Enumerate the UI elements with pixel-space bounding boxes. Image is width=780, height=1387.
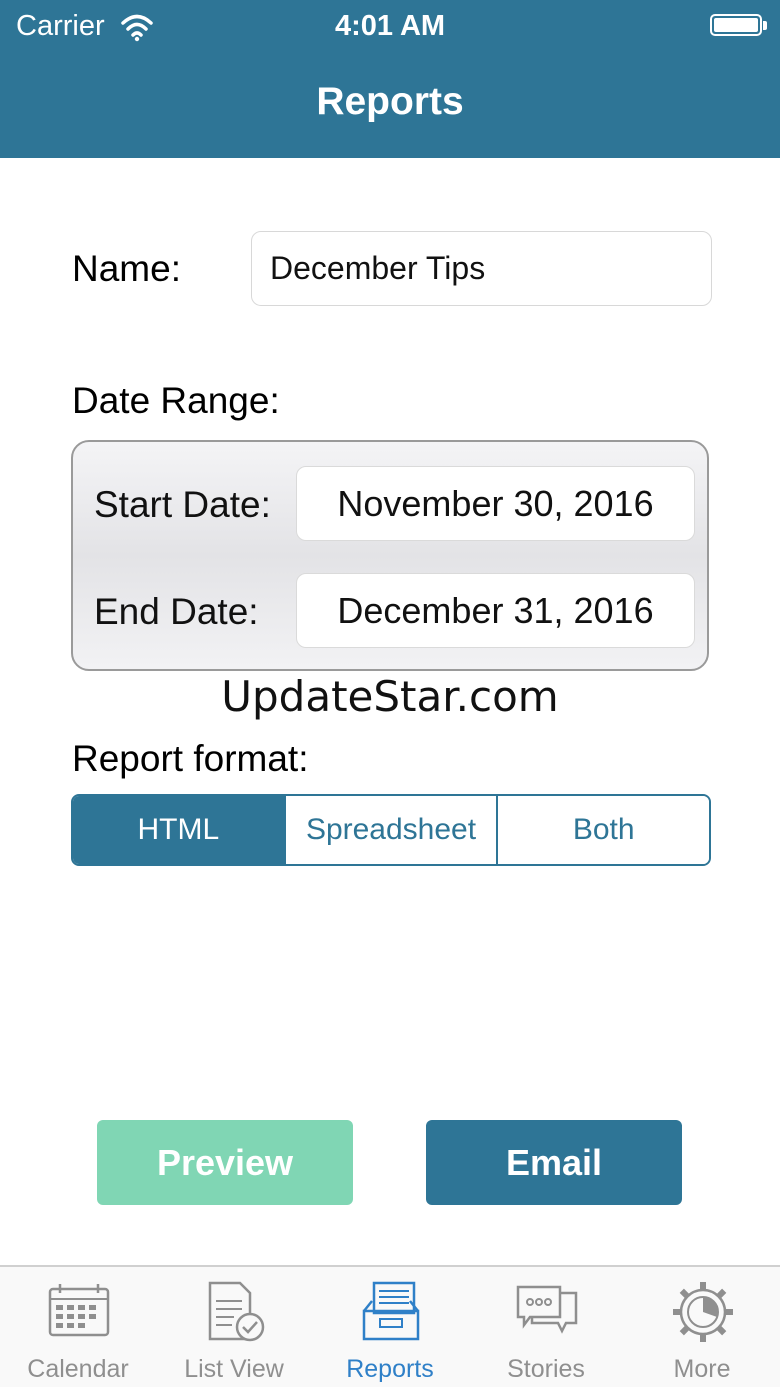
date-range-label: Date Range:	[72, 380, 280, 421]
format-option-html[interactable]: HTML	[73, 796, 284, 864]
start-date-label: Start Date:	[94, 484, 271, 525]
tab-label: Reports	[346, 1355, 434, 1383]
date-range-panel: Start Date: November 30, 2016 End Date: …	[71, 440, 709, 671]
tab-label: More	[673, 1355, 731, 1383]
tab-more[interactable]: More	[624, 1267, 780, 1387]
page-title: Reports	[316, 80, 464, 123]
calendar-icon	[48, 1284, 110, 1337]
status-bar: Carrier 4:01 AM	[0, 0, 780, 54]
tab-bar: Calendar List View Reports Stories More	[0, 1265, 780, 1387]
stories-icon	[516, 1285, 578, 1334]
end-date-label: End Date:	[94, 591, 259, 632]
tab-reports[interactable]: Reports	[312, 1267, 468, 1387]
tab-label: Stories	[507, 1355, 585, 1383]
report-format-label: Report format:	[72, 738, 309, 779]
gear-icon	[673, 1282, 733, 1342]
preview-button[interactable]: Preview	[97, 1120, 353, 1205]
end-date-field[interactable]: December 31, 2016	[296, 573, 695, 648]
tab-stories[interactable]: Stories	[468, 1267, 624, 1387]
list-view-icon	[208, 1281, 265, 1342]
tab-calendar[interactable]: Calendar	[0, 1267, 156, 1387]
tab-label: List View	[184, 1355, 284, 1383]
tab-label: Calendar	[27, 1355, 129, 1383]
watermark: UpdateStar.com	[221, 672, 559, 721]
name-label: Name:	[72, 248, 181, 289]
format-option-spreadsheet[interactable]: Spreadsheet	[283, 796, 497, 864]
email-button[interactable]: Email	[426, 1120, 682, 1205]
report-format-control: HTML Spreadsheet Both	[71, 794, 711, 866]
format-option-both[interactable]: Both	[496, 796, 709, 864]
nav-header: Carrier 4:01 AM Reports	[0, 0, 780, 158]
tab-list-view[interactable]: List View	[156, 1267, 312, 1387]
battery-icon	[710, 14, 767, 36]
name-input[interactable]: December Tips	[251, 231, 712, 306]
reports-icon	[362, 1281, 420, 1341]
status-time: 4:01 AM	[334, 10, 446, 42]
start-date-field[interactable]: November 30, 2016	[296, 466, 695, 541]
